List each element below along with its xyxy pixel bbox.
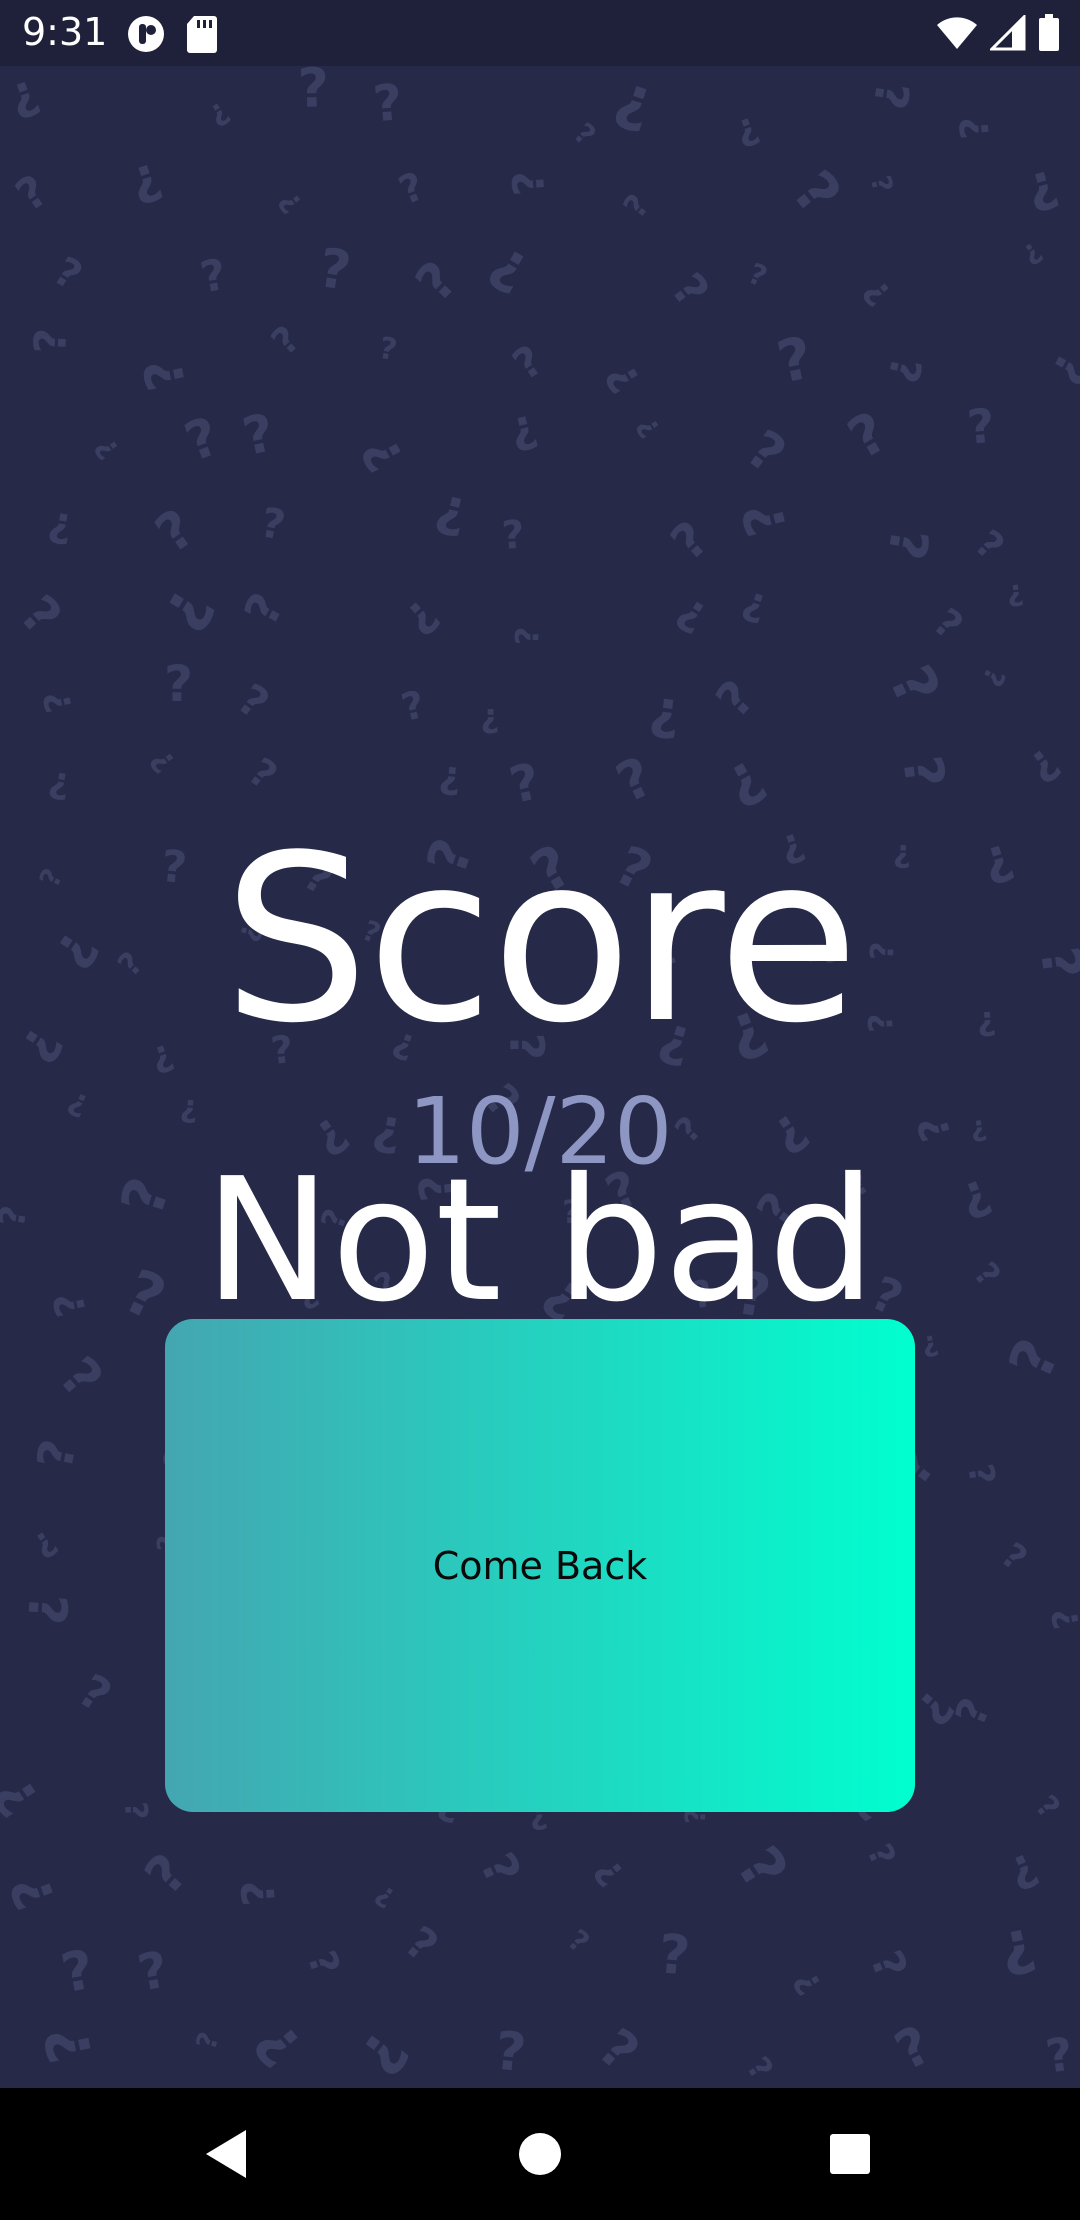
recents-icon[interactable]: [812, 2116, 888, 2192]
notification-app-icon: [126, 14, 166, 59]
score-title: Score: [222, 807, 859, 1074]
come-back-button[interactable]: Come Back: [165, 1319, 915, 1812]
battery-icon: [1038, 14, 1060, 57]
come-back-label: Come Back: [432, 1543, 648, 1588]
navigation-bar: [0, 2088, 1080, 2220]
home-icon[interactable]: [502, 2116, 578, 2192]
result-content: Score 10/20 Not bad Come Back: [0, 66, 1080, 2088]
wifi-icon: [936, 15, 978, 56]
signal-icon: [988, 13, 1026, 56]
results-screen: 9:31 ? ? ¿ ¿ ? ? ? ¿ ¿ ¿ ? ? ¿ ¿ ? ¿ ? ¿…: [0, 0, 1080, 2220]
score-message: Not bad: [204, 1142, 876, 1340]
status-bar: 9:31: [0, 0, 1080, 66]
back-icon[interactable]: [188, 2116, 264, 2192]
status-time: 9:31: [22, 10, 108, 54]
status-right-icons: [936, 13, 1060, 57]
status-left-icons: [126, 14, 218, 59]
sd-card-icon: [186, 14, 218, 59]
